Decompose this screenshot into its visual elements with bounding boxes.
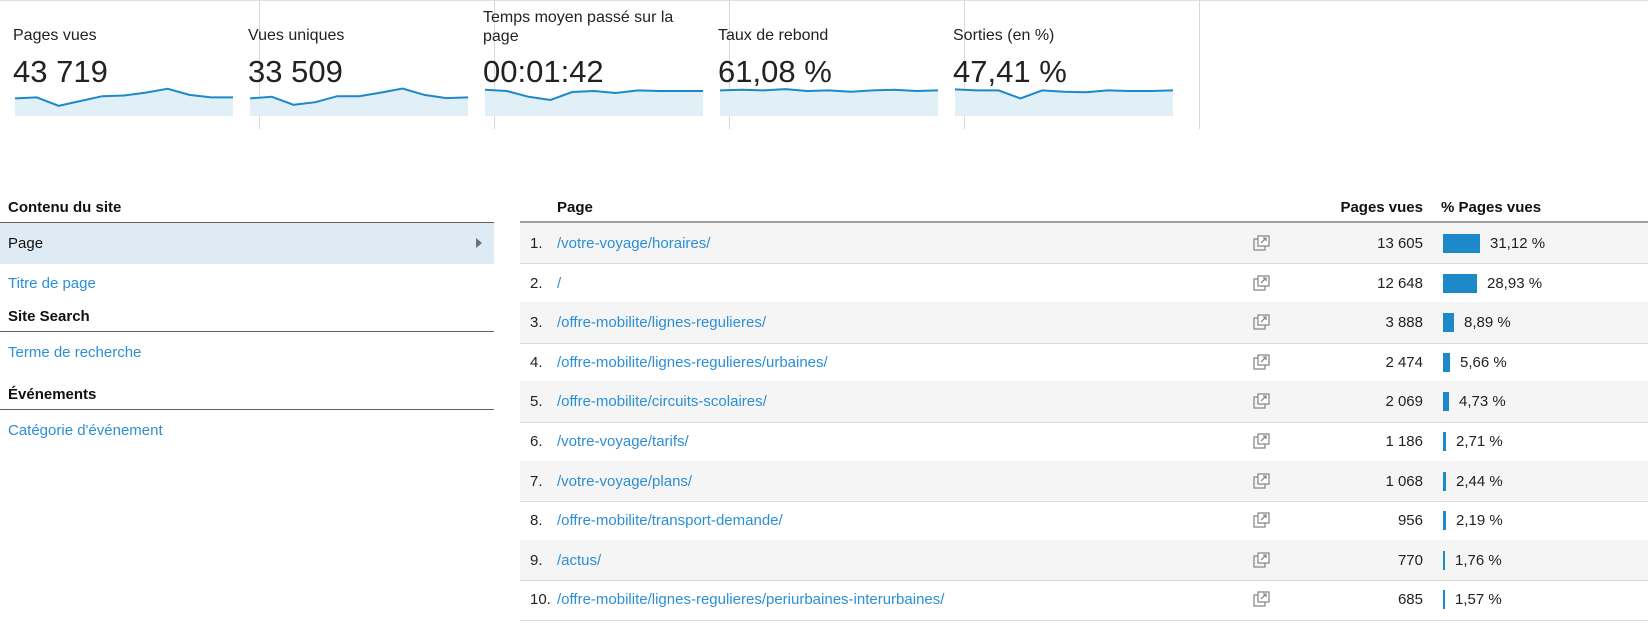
page-link[interactable]: /offre-mobilite/transport-demande/	[557, 500, 783, 541]
metric-card-sorties: Sorties (en %) 47,41 %	[953, 0, 1200, 129]
row-index: 1.	[530, 235, 543, 252]
row-index: 9.	[530, 551, 543, 569]
metric-card-pages-vues: Pages vues 43 719	[13, 0, 260, 129]
sparkline	[719, 88, 939, 116]
pageviews-value: 13 605	[1377, 235, 1423, 252]
row-index: 5.	[530, 393, 543, 411]
row-index: 10.	[530, 591, 551, 609]
nav-item-titre-de-page[interactable]: Titre de page	[0, 263, 494, 304]
percentage-value: 1,57 %	[1455, 591, 1502, 609]
percentage-value: 2,71 %	[1456, 433, 1503, 450]
percentage-bar	[1443, 313, 1454, 333]
metric-card-taux-rebond: Taux de rebond 61,08 %	[718, 0, 965, 129]
row-index: 8.	[530, 512, 543, 530]
nav-heading-evenements: Événements	[0, 383, 494, 410]
open-external-icon[interactable]	[1253, 274, 1270, 291]
open-external-icon[interactable]	[1253, 235, 1270, 251]
page-link[interactable]: /actus/	[557, 540, 601, 581]
sparkline	[249, 87, 469, 116]
metric-label: Vues uniques	[248, 27, 345, 44]
table-row: 7. /votre-voyage/plans/1 068 2,44 %	[520, 460, 1648, 502]
open-external-icon[interactable]	[1253, 552, 1270, 568]
sparkline	[484, 88, 703, 116]
pageviews-value: 770	[1397, 551, 1423, 569]
table-row: 3. /offre-mobilite/lignes-regulieres/3 88…	[520, 302, 1648, 344]
table-row: 1. /votre-voyage/horaires/13 605 31,12 %	[520, 223, 1648, 265]
row-index: 4.	[530, 353, 543, 371]
caret-right-icon	[476, 238, 482, 248]
pageviews-value: 685	[1397, 591, 1423, 609]
metric-label: Taux de rebond	[718, 27, 829, 44]
sparkline	[14, 87, 233, 116]
table-row: 8. /offre-mobilite/transport-demande/956 2…	[520, 500, 1648, 542]
page-link[interactable]: /votre-voyage/plans/	[557, 461, 692, 502]
table-row: 6. /votre-voyage/tarifs/1 186 2,71 %	[520, 421, 1648, 463]
percentage-bar	[1443, 352, 1450, 372]
percentage-bar	[1443, 590, 1445, 610]
row-index: 3.	[530, 314, 543, 332]
percentage-bar	[1443, 234, 1480, 253]
percentage-value: 4,73 %	[1459, 393, 1506, 411]
metric-card-vues-uniques: Vues uniques 33 509	[248, 0, 495, 129]
pageviews-value: 956	[1397, 512, 1423, 530]
open-external-icon[interactable]	[1253, 314, 1270, 330]
metric-label: Sorties (en %)	[953, 27, 1055, 44]
row-index: 2.	[530, 274, 543, 292]
page-link[interactable]: /offre-mobilite/lignes-regulieres/periur…	[557, 579, 944, 620]
page-link[interactable]: /votre-voyage/tarifs/	[557, 421, 689, 462]
table-row: 2. / 12 648 28,93 %	[520, 263, 1648, 304]
table-row: 9. /actus/770 1,76 %	[520, 539, 1648, 582]
nav-item-terme-de-recherche[interactable]: Terme de recherche	[0, 332, 494, 373]
percentage-value: 8,89 %	[1464, 314, 1511, 332]
percentage-value: 28,93 %	[1487, 274, 1543, 292]
column-header-page[interactable]: Page	[557, 196, 593, 220]
pageviews-value: 1 186	[1385, 433, 1423, 450]
page-link[interactable]: /votre-voyage/horaires/	[557, 223, 710, 264]
nav-item-label: Page	[8, 235, 44, 252]
sparkline	[954, 88, 1174, 116]
nav-heading-contenu-du-site: Contenu du site	[0, 196, 494, 223]
open-external-icon[interactable]	[1253, 354, 1270, 370]
pageviews-value: 2 069	[1385, 393, 1423, 411]
row-index: 7.	[530, 472, 543, 490]
nav-item-categorie-evenement[interactable]: Catégorie d'événement	[0, 410, 494, 451]
nav-heading-site-search: Site Search	[0, 305, 494, 332]
row-index: 6.	[530, 433, 543, 450]
percentage-bar	[1443, 392, 1449, 412]
percentage-bar	[1443, 273, 1477, 293]
open-external-icon[interactable]	[1253, 472, 1270, 489]
page-link[interactable]: /offre-mobilite/lignes-regulieres/	[557, 302, 766, 343]
pageviews-value: 2 474	[1385, 353, 1423, 371]
percentage-value: 2,44 %	[1456, 472, 1503, 490]
table-row: 5. /offre-mobilite/circuits-scolaires/2 0…	[520, 381, 1648, 423]
pageviews-value: 1 068	[1385, 472, 1423, 490]
page-link[interactable]: /offre-mobilite/lignes-regulieres/urbain…	[557, 342, 828, 383]
column-header-pageviews[interactable]: Pages vues	[1340, 196, 1423, 220]
metric-card-temps-moyen: Temps moyen passé sur la page 00:01:42	[483, 0, 730, 129]
percentage-value: 1,76 %	[1455, 551, 1502, 569]
table-row: 4. /offre-mobilite/lignes-regulieres/urba…	[520, 342, 1648, 384]
percentage-bar	[1443, 550, 1445, 570]
open-external-icon[interactable]	[1253, 512, 1270, 528]
open-external-icon[interactable]	[1253, 433, 1270, 449]
percentage-bar	[1443, 432, 1446, 451]
page-link[interactable]: /	[557, 263, 561, 304]
percentage-bar	[1443, 471, 1446, 491]
open-external-icon[interactable]	[1253, 591, 1270, 608]
page-link[interactable]: /offre-mobilite/circuits-scolaires/	[557, 381, 767, 422]
metric-label: Temps moyen passé sur la page	[483, 9, 674, 45]
percentage-value: 5,66 %	[1460, 353, 1507, 371]
percentage-value: 31,12 %	[1490, 235, 1546, 252]
metric-label: Pages vues	[13, 27, 97, 44]
table-row: 10. /offre-mobilite/lignes-regulieres/per…	[520, 579, 1648, 621]
percentage-bar	[1443, 511, 1446, 531]
open-external-icon[interactable]	[1253, 393, 1270, 410]
column-header-pct-pageviews[interactable]: % Pages vues	[1441, 196, 1541, 220]
nav-item-page[interactable]: Page	[0, 223, 494, 264]
percentage-value: 2,19 %	[1456, 512, 1503, 530]
table-header: Page Pages vues % Pages vues	[520, 196, 1648, 223]
pageviews-value: 3 888	[1385, 314, 1423, 332]
pageviews-value: 12 648	[1377, 274, 1423, 292]
